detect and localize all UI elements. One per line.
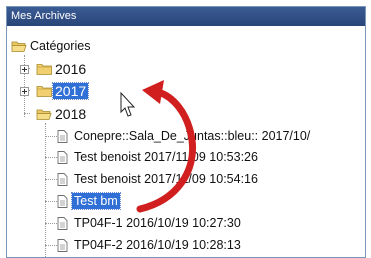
archive-item-label: Conepre::Sala_De_Juntas::bleu:: 2017/10/ (74, 129, 311, 143)
tree-line (45, 245, 57, 246)
tree-node-label: 2018 (55, 106, 87, 122)
document-icon (57, 150, 68, 164)
archive-item-label: Test benoist 2017/11/09 10:54:16 (74, 172, 258, 186)
archive-item-label: Test bm (71, 192, 121, 210)
folder-icon (36, 63, 53, 75)
tree-line (45, 201, 57, 202)
archive-item[interactable]: TP04F-1 2016/10/19 10:27:30 (57, 213, 243, 233)
tree-line (45, 179, 57, 180)
document-icon (57, 194, 68, 208)
tree-node-2018[interactable]: 2018 (20, 104, 88, 124)
tree-node-2017[interactable]: 2017 (20, 81, 90, 101)
tree-node-label: 2016 (55, 61, 87, 77)
open-folder-icon (36, 108, 53, 120)
tree-line (45, 223, 57, 224)
archive-tree[interactable]: Catégories 2016 2017 2018 Conepre::Sala_… (7, 26, 365, 257)
panel-title: Mes Archives (7, 7, 365, 26)
expand-icon[interactable] (20, 64, 29, 74)
tree-line (45, 136, 57, 137)
tree-node-2016[interactable]: 2016 (20, 59, 88, 79)
tree-root[interactable]: Catégories (11, 36, 92, 56)
archive-item[interactable]: Test benoist 2017/11/09 10:53:26 (57, 147, 260, 167)
archives-panel: Mes Archives Catégories 2016 2017 2018 C… (6, 6, 366, 258)
tree-node-label: 2017 (51, 82, 90, 100)
archive-item[interactable]: Test bm (57, 191, 121, 211)
archive-item[interactable]: TP04F-2 2016/10/19 10:28:13 (57, 235, 243, 255)
archive-item-label: TP04F-2 2016/10/19 10:28:13 (74, 238, 241, 252)
open-folder-icon (11, 40, 28, 52)
archive-item-label: Test benoist 2017/11/09 10:53:26 (74, 150, 258, 164)
archive-item-label: TP04F-1 2016/10/19 10:27:30 (74, 216, 241, 230)
document-icon (57, 216, 68, 230)
tree-line (45, 123, 46, 257)
document-icon (57, 172, 68, 186)
document-icon (57, 238, 68, 252)
archive-item[interactable]: Conepre::Sala_De_Juntas::bleu:: 2017/10/ (57, 126, 312, 146)
expand-icon[interactable] (20, 86, 29, 96)
tree-root-label: Catégories (30, 39, 91, 53)
archive-item[interactable]: Test benoist 2017/11/09 10:54:16 (57, 169, 260, 189)
folder-icon (36, 85, 53, 97)
tree-line (45, 157, 57, 158)
document-icon (57, 129, 68, 143)
